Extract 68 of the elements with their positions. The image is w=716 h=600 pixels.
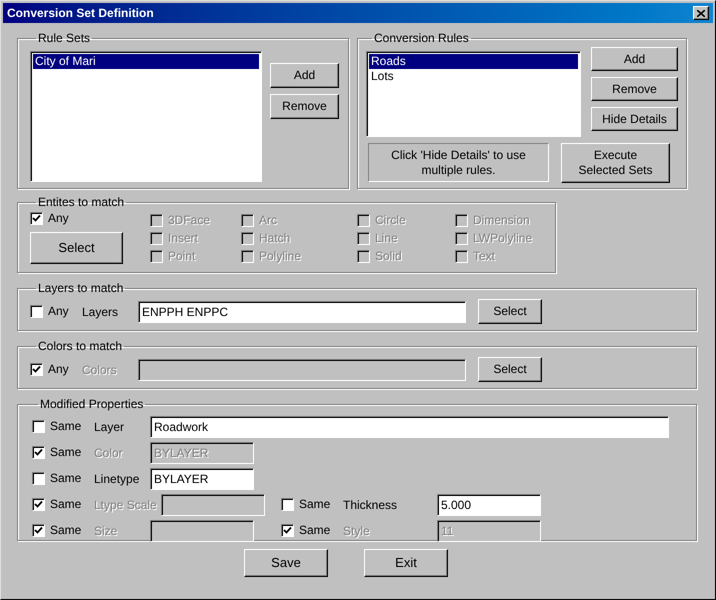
field-label: Style — [343, 522, 371, 540]
list-box[interactable]: City of Mari — [30, 51, 262, 182]
field-label: Size — [94, 522, 118, 540]
checkbox[interactable] — [281, 498, 294, 511]
checkbox-label: Polyline — [259, 249, 302, 264]
text-field[interactable] — [160, 494, 265, 516]
checkbox-label: Point — [168, 249, 196, 264]
checkbox-label: Any — [48, 362, 69, 377]
checkbox-label: LWPolyline — [473, 231, 532, 246]
button[interactable]: Select — [30, 232, 123, 264]
field-label: Ltype Scale — [94, 496, 157, 514]
checkbox-label: Solid — [375, 249, 402, 264]
checkbox[interactable] — [30, 212, 43, 225]
text-field[interactable]: ENPPH ENPPC — [138, 300, 466, 322]
checkbox-label: Dimension — [473, 213, 530, 228]
list-item[interactable]: Lots — [369, 69, 578, 84]
button[interactable]: Remove — [270, 94, 339, 119]
checkbox-label: Circle — [375, 213, 406, 228]
checkbox-label: Insert — [168, 231, 198, 246]
checkbox[interactable] — [32, 420, 45, 433]
checkbox-label: Same — [50, 419, 82, 434]
checkbox-label: Same — [50, 445, 82, 460]
checkbox-label: Same — [50, 471, 82, 486]
group-title: Entites to match — [37, 194, 126, 211]
checkbox-label: Text — [473, 249, 496, 264]
checkbox-label: Same — [299, 523, 330, 538]
group-title: Conversion Rules — [373, 30, 470, 47]
checkbox-label: Same — [50, 523, 82, 538]
checkbox-label: Any — [48, 304, 69, 319]
field-label: Color — [94, 444, 124, 462]
checkbox-label: Line — [375, 231, 398, 246]
button[interactable]: Remove — [591, 77, 678, 101]
list-box[interactable]: Roads Lots — [366, 51, 581, 137]
button[interactable]: Add — [591, 47, 678, 71]
button[interactable]: Execute Selected Sets — [561, 143, 670, 183]
button[interactable]: Save — [244, 549, 328, 577]
close-button[interactable] — [693, 6, 709, 20]
list-item[interactable]: Roads — [369, 54, 578, 69]
group-title: Colors to match — [37, 338, 124, 355]
field-label: Colors — [82, 362, 118, 378]
text-field[interactable] — [150, 520, 254, 542]
group-title: Rule Sets — [37, 30, 92, 47]
close-icon — [697, 10, 705, 16]
field-label: Thickness — [343, 496, 398, 514]
button[interactable]: Select — [478, 299, 542, 324]
checkbox-label: Same — [299, 497, 330, 512]
checkbox-label: Hatch — [259, 231, 290, 246]
checkbox[interactable] — [32, 472, 45, 485]
group-title: Layers to match — [37, 280, 124, 297]
text-field[interactable]: BYLAYER — [150, 468, 254, 490]
checkbox[interactable] — [30, 305, 43, 318]
list-item[interactable]: City of Mari — [33, 54, 259, 69]
field-label: Linetype — [94, 470, 140, 488]
button[interactable]: Exit — [364, 549, 448, 577]
button[interactable]: Hide Details — [591, 107, 678, 131]
checkbox-label: Any — [48, 211, 69, 226]
field-label: Layers — [82, 304, 120, 320]
group-title: Modified Properties — [39, 396, 144, 413]
checkbox-label: Same — [50, 497, 82, 512]
checkbox-label: 3DFace — [168, 213, 210, 228]
text-field[interactable]: Roadwork — [150, 416, 669, 438]
info-note: Click 'Hide Details' to use multiple rules. — [368, 143, 549, 182]
field-label: Layer — [94, 418, 126, 436]
checkbox-label: Arc — [259, 213, 277, 228]
window-title: Conversion Set Definition — [7, 5, 154, 22]
text-field[interactable]: 5.000 — [437, 494, 541, 516]
text-field[interactable] — [138, 358, 466, 380]
button[interactable]: Add — [270, 63, 339, 88]
